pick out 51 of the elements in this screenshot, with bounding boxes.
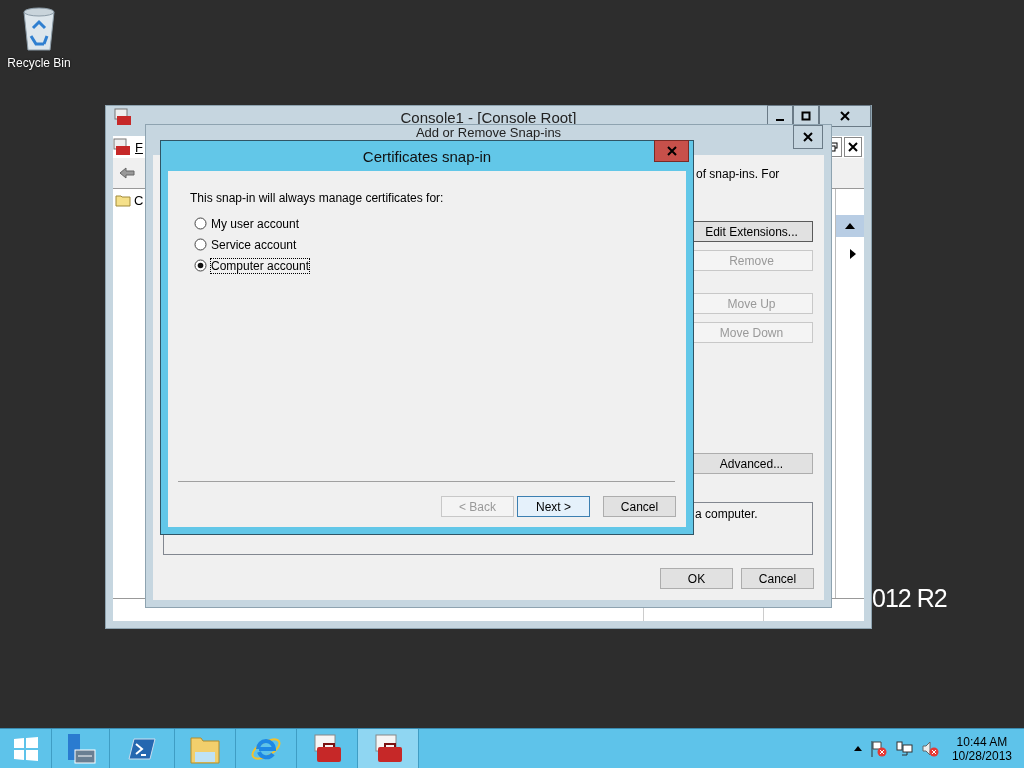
maximize-icon [801,111,811,121]
radio-option[interactable]: Computer account [194,255,676,276]
radio-option[interactable]: Service account [194,234,676,255]
show-hidden-icons-icon[interactable] [853,746,862,751]
close-button[interactable] [793,125,823,149]
expand-icon[interactable] [850,249,856,259]
recycle-bin-icon[interactable] [21,6,57,52]
dialog-button[interactable]: Cancel [741,568,814,589]
windows-logo-icon [12,735,39,762]
dialog-button[interactable]: OK [660,568,733,589]
clock[interactable]: 10:44 AM 10/28/2013 [951,734,1012,763]
clock-time: 10:44 AM [956,734,1008,749]
minimize-button[interactable] [767,105,793,127]
terminal-icon [128,736,156,761]
toolbox-icon [113,138,131,156]
back-arrow-icon[interactable] [119,167,135,179]
menu-item[interactable]: F [135,139,143,155]
description-text: a computer. [695,507,758,521]
dialog-button[interactable]: Cancel [603,496,676,517]
close-button[interactable] [844,137,862,157]
dialog-button[interactable]: Next > [517,496,590,517]
close-icon [840,111,850,121]
dialog-title: Add or Remove Snap-ins [414,125,563,140]
prompt-text: This snap-in will always manage certificates for: [190,191,445,205]
radio-button[interactable] [194,259,207,272]
speaker-muted-icon[interactable] [921,739,940,758]
collapse-icon[interactable] [845,223,855,229]
desktop-watermark: 012 R2 [872,584,947,613]
taskbar-button[interactable] [358,729,419,768]
toolbox-icon [372,733,404,764]
close-icon [848,142,858,152]
actions-header[interactable] [836,215,864,237]
minimize-icon [776,119,784,121]
intro-text: of snap-ins. For [696,167,780,181]
dialog-title: Certificates snap-in [361,148,493,165]
clock-date: 10/28/2013 [951,748,1012,763]
toolbox-icon [311,733,343,764]
toolbox-icon [114,108,132,126]
close-button[interactable] [819,105,871,127]
radio-option[interactable]: My user account [194,213,676,234]
close-icon [803,132,813,142]
desktop-icon-label[interactable]: Recycle Bin [7,56,71,70]
folder-icon [115,194,131,207]
radio-button[interactable] [194,217,207,230]
flag-icon[interactable] [869,739,888,758]
radio-button[interactable] [194,238,207,251]
tree-item[interactable]: C [134,193,144,208]
maximize-button[interactable] [793,105,819,127]
close-icon [666,146,677,156]
window-title: Console1 - [Console Root] [399,109,578,126]
network-icon[interactable] [895,739,914,758]
